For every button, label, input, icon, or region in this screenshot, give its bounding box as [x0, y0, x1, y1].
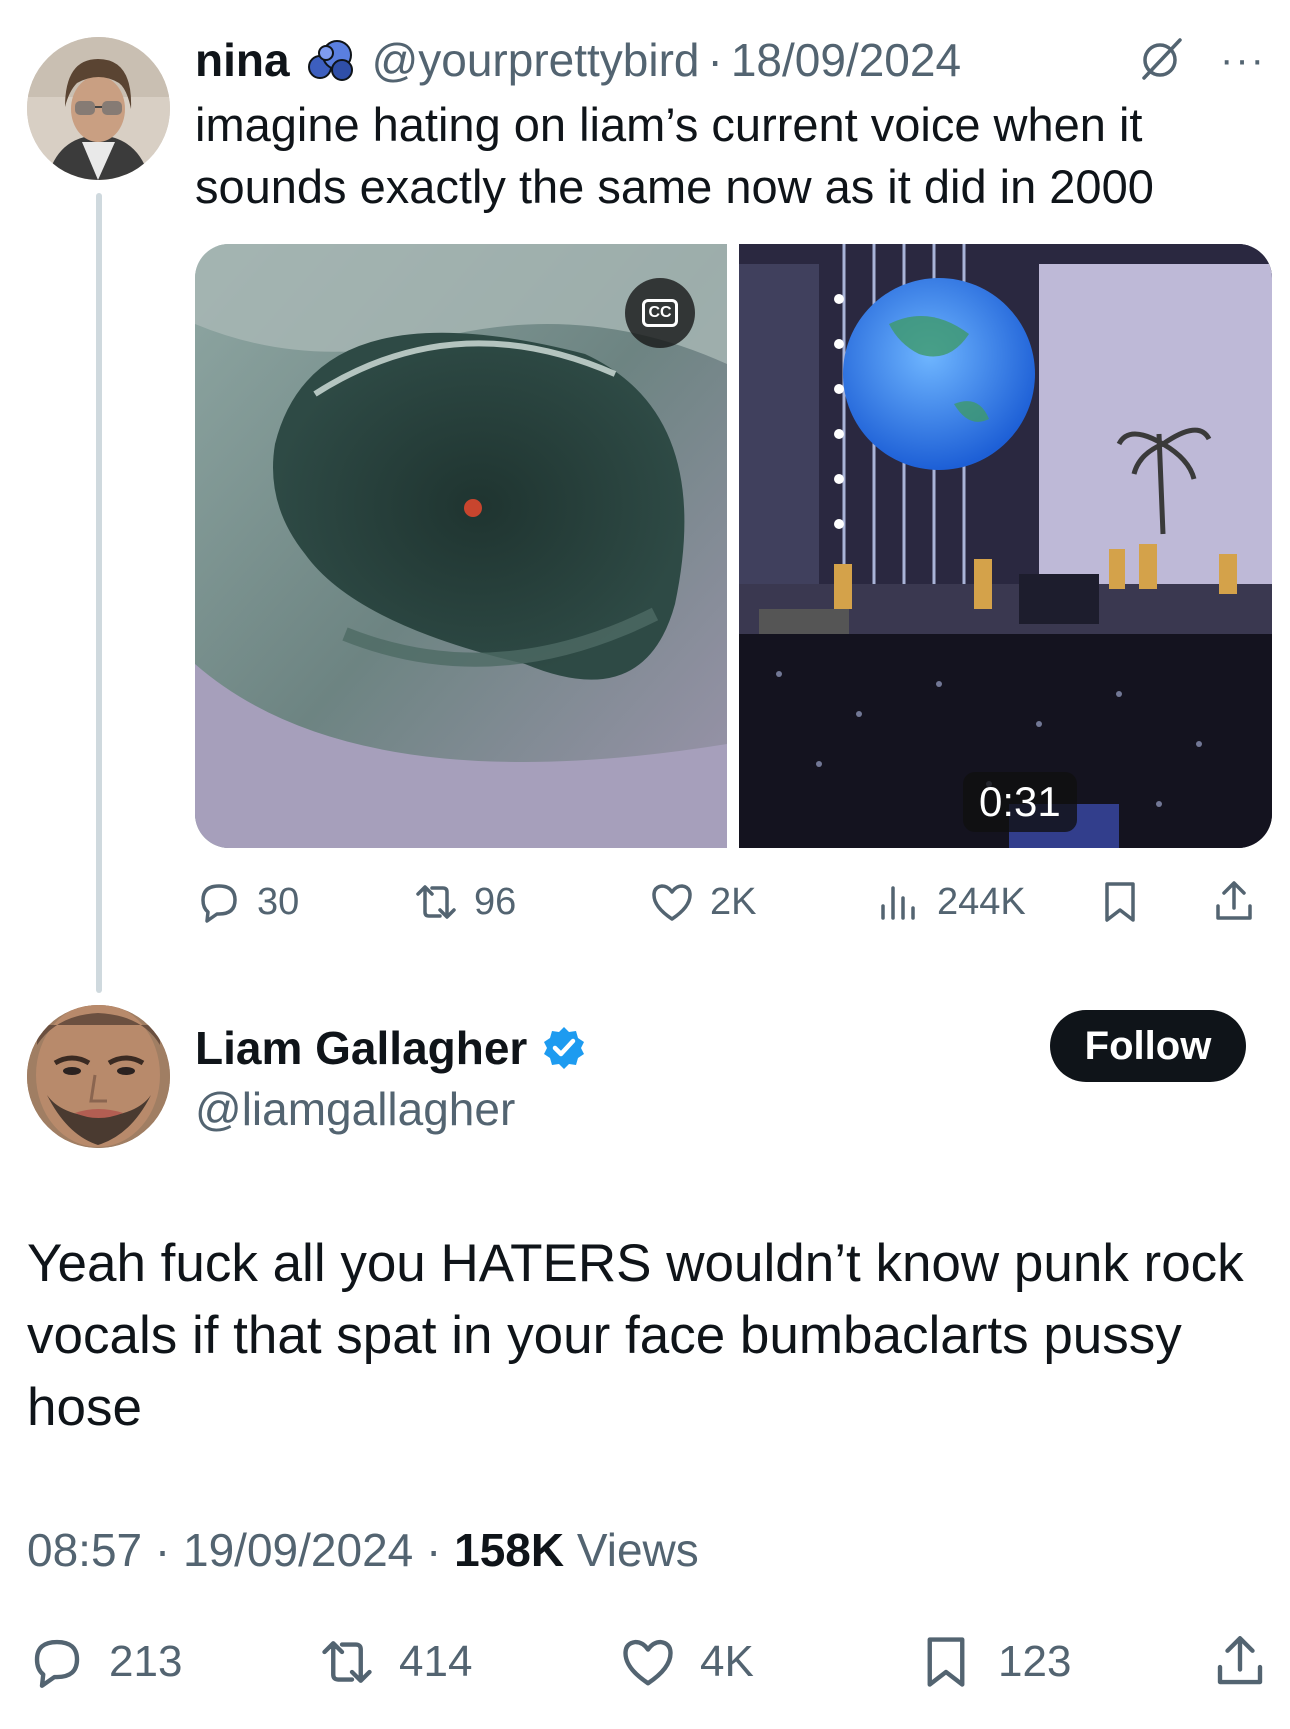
video-duration-badge: 0:31: [963, 772, 1077, 832]
parent-author-handle[interactable]: @yourprettybird: [372, 33, 700, 87]
blue-badge-icon: [307, 40, 353, 81]
repost-button[interactable]: 414: [317, 1630, 472, 1694]
parent-repost-count: 96: [474, 880, 517, 923]
reply-icon: [201, 884, 237, 923]
repost-count: 414: [399, 1637, 473, 1686]
parent-bookmark-button[interactable]: [1096, 874, 1144, 930]
like-button[interactable]: 4K: [618, 1630, 754, 1694]
bookmark-icon: [1105, 882, 1135, 922]
avatar-liam[interactable]: [27, 1005, 170, 1148]
bookmark-button[interactable]: 123: [916, 1630, 1071, 1694]
verified-icon: [544, 1027, 585, 1069]
tweet-date[interactable]: 19/09/2024: [183, 1524, 413, 1576]
like-icon: [652, 884, 692, 921]
parent-views-button[interactable]: 244K: [875, 874, 1026, 930]
tweet-meta: 08:57 · 19/09/2024 · 158K Views: [27, 1523, 699, 1577]
bookmark-icon: [927, 1637, 965, 1687]
tweet-author-handle[interactable]: @liamgallagher: [195, 1082, 515, 1136]
parent-views-count: 244K: [937, 880, 1026, 923]
repost-icon: [322, 1641, 372, 1683]
follow-button[interactable]: Follow: [1050, 1010, 1246, 1082]
author-name-row: Liam Gallagher: [195, 1018, 587, 1078]
bookmark-count: 123: [998, 1637, 1072, 1686]
tweet-views-label: Views: [576, 1524, 699, 1576]
repost-icon: [416, 885, 456, 919]
more-icon[interactable]: ···: [1220, 38, 1266, 83]
parent-separator: ·: [707, 34, 723, 86]
cc-icon: CC: [642, 299, 678, 327]
reply-count: 213: [109, 1637, 183, 1686]
share-icon: [1216, 881, 1252, 920]
reply-icon: [34, 1639, 80, 1688]
parent-reply-count: 30: [257, 880, 300, 923]
reply-button[interactable]: 213: [27, 1630, 182, 1694]
parent-date[interactable]: 18/09/2024: [731, 33, 961, 87]
parent-repost-button[interactable]: 96: [412, 874, 516, 930]
tweet-views-count: 158K: [454, 1524, 565, 1576]
grok-icon[interactable]: [1138, 34, 1186, 82]
parent-like-count: 2K: [710, 880, 757, 923]
meta-separator: ·: [413, 1524, 455, 1576]
parent-like-button[interactable]: 2K: [648, 874, 756, 930]
parent-media[interactable]: CC 0:31: [195, 244, 1272, 848]
media-video-right[interactable]: [739, 244, 1272, 848]
share-icon: [1217, 1636, 1263, 1685]
views-icon: [881, 886, 915, 920]
tweet-text: Yeah fuck all you HATERS wouldn’t know p…: [27, 1234, 1244, 1437]
thread-connector-line: [96, 193, 102, 993]
meta-separator: ·: [142, 1524, 184, 1576]
avatar-nina[interactable]: [27, 37, 170, 180]
closed-captions-button[interactable]: CC: [625, 278, 695, 348]
parent-reply-button[interactable]: 30: [195, 874, 299, 930]
parent-tweet-text: imagine hating on liam’s current voice w…: [195, 98, 1154, 213]
parent-header: nina @yourprettybird · 18/09/2024: [195, 30, 961, 90]
tweet-time[interactable]: 08:57: [27, 1524, 142, 1576]
tweet-author-name[interactable]: Liam Gallagher: [195, 1021, 527, 1075]
parent-share-button[interactable]: [1210, 874, 1258, 930]
parent-author-name[interactable]: nina: [195, 33, 290, 87]
media-video-left[interactable]: CC: [195, 244, 727, 848]
like-count: 4K: [700, 1637, 754, 1686]
share-button[interactable]: [1210, 1630, 1270, 1694]
like-icon: [623, 1639, 673, 1686]
